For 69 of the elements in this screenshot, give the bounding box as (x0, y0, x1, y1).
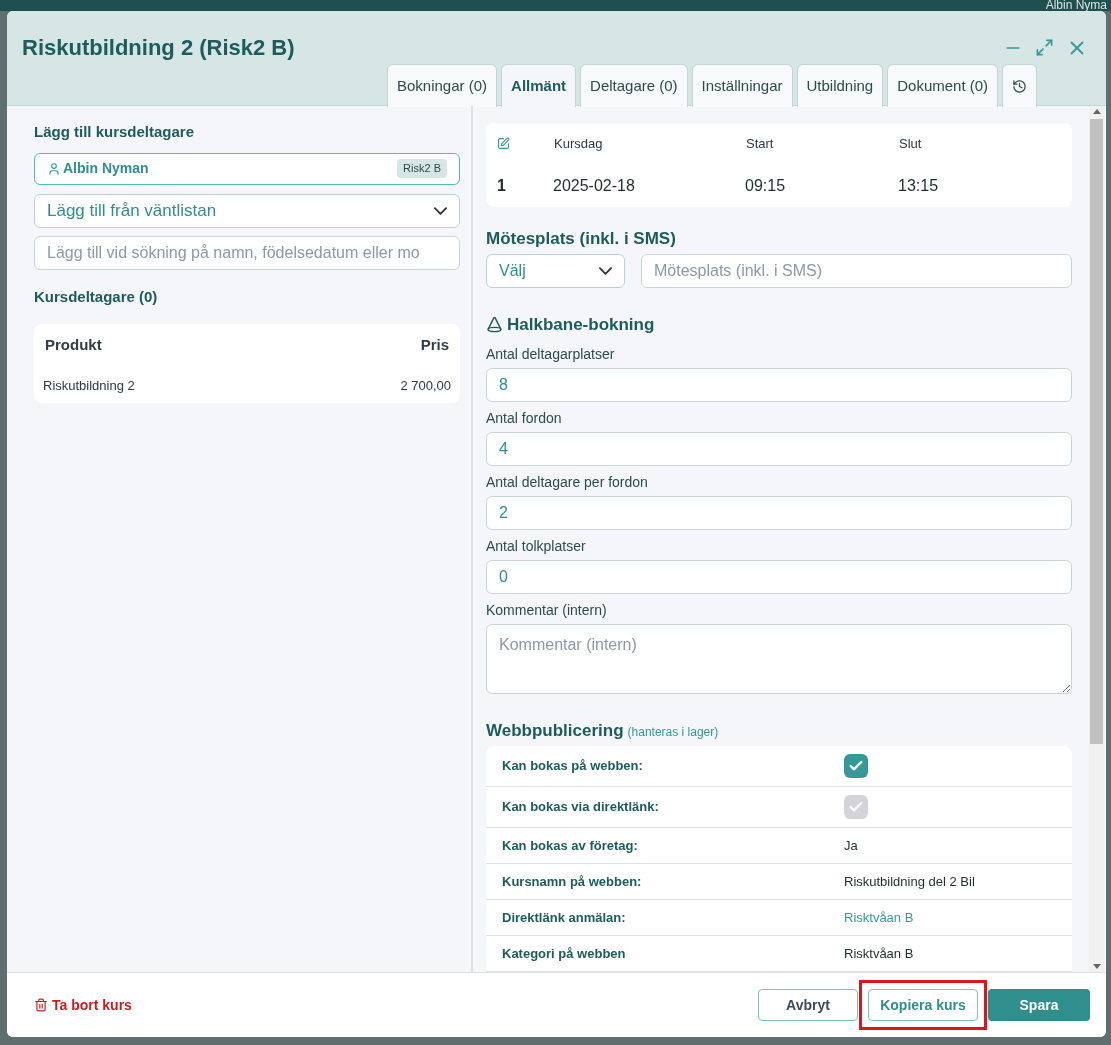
maximize-icon[interactable] (1035, 38, 1054, 57)
day-number: 1 (497, 175, 507, 196)
column-header: Kursdag (554, 135, 604, 153)
meeting-place-field[interactable]: Mötesplats (inkl. i SMS) (641, 254, 1072, 288)
number-field[interactable]: 0 (486, 559, 1072, 594)
tab[interactable]: Deltagare (0) (580, 64, 688, 107)
number-field[interactable]: 4 (486, 431, 1072, 466)
footer-button[interactable]: Spara (988, 989, 1090, 1021)
column-header: Pris (420, 335, 450, 355)
tab[interactable]: Bokningar (0) (387, 64, 498, 107)
person-name: Albin Nyman (63, 159, 149, 178)
window-title: Riskutbildning 2 (Risk2 B) (22, 34, 295, 62)
row-value: Riskutbildning del 2 Bil (844, 872, 975, 891)
section-heading: Kursdeltagare (0) (34, 286, 159, 307)
edit-icon[interactable] (497, 137, 510, 151)
selected-person-field[interactable]: Albin Nyman Risk2 B (34, 152, 460, 185)
scroll-up-icon[interactable] (1092, 109, 1101, 114)
search-field[interactable]: Lägg till vid sökning på namn, födelsedatum eller mo (34, 235, 460, 270)
delete-button[interactable]: Ta bort kurs (34, 994, 132, 1016)
cone-icon (486, 316, 503, 334)
chevron-down-icon (434, 206, 447, 215)
row-label: Kan bokas av företag: (502, 836, 639, 855)
table-cell-text: 09:15 (745, 175, 787, 196)
row-label: Direktlänk anmälan: (502, 908, 627, 927)
meeting-place-select[interactable]: Välj (486, 254, 625, 288)
number-field[interactable]: 2 (486, 495, 1072, 530)
waitlist-select[interactable]: Lägg till från väntlistan (34, 193, 460, 228)
section-heading: Lägg till kursdeltagare (34, 122, 196, 142)
row-value: Risktvåan B (844, 944, 914, 963)
column-header: Start (746, 135, 775, 153)
checkbox[interactable] (844, 754, 868, 778)
column-header: Produkt (44, 335, 102, 355)
section-heading: Mötesplats (inkl. i SMS) (486, 227, 677, 250)
footer-button[interactable]: Avbryt (758, 989, 858, 1021)
comment-field[interactable]: Kommentar (intern) (486, 623, 1072, 694)
tab[interactable]: Allmänt (501, 64, 577, 107)
scrollbar[interactable] (1089, 106, 1104, 972)
row-label: Kan bokas via direktlänk: (502, 798, 660, 817)
trash-icon (34, 998, 48, 1012)
section-heading: Halkbane-bokning (507, 314, 655, 336)
tab[interactable]: Inställningar (691, 64, 793, 107)
course-tag: Risk2 B (397, 159, 447, 178)
column-header: Slut (899, 135, 922, 153)
table-cell-text: 13:15 (898, 175, 939, 196)
heading-note: (hanteras i lager) (627, 723, 719, 741)
section-heading: Webbpublicering (486, 719, 624, 742)
row-label: Kan bokas på webben: (502, 757, 644, 776)
field-label: Antal deltagare per fordon (486, 472, 649, 492)
history-tab[interactable] (1002, 64, 1038, 107)
field-label: Antal fordon (486, 408, 563, 428)
user-name: Albin Nyma (1045, 0, 1107, 11)
table-cell-text: 2 700,00 (400, 376, 451, 395)
chevron-down-icon (599, 267, 612, 275)
field-label: Kommentar (intern) (486, 600, 608, 620)
row-value: Ja (844, 836, 858, 855)
footer-button[interactable]: Kopiera kurs (868, 989, 978, 1021)
number-field[interactable]: 8 (486, 367, 1072, 402)
row-label: Kategori på webben (502, 944, 627, 963)
field-label: Antal tolkplatser (486, 536, 587, 556)
scroll-down-icon[interactable] (1092, 964, 1101, 969)
table-cell-text: 2025-02-18 (553, 175, 636, 196)
tab[interactable]: Utbildning (796, 64, 884, 107)
table-cell-text: Riskutbildning 2 (43, 376, 135, 395)
person-icon (47, 161, 61, 176)
signup-link[interactable]: Risktvåan B (844, 907, 914, 928)
history-icon (1012, 78, 1028, 94)
tab[interactable]: Dokument (0) (887, 64, 999, 107)
row-label: Kursnamn på webben: (502, 872, 643, 891)
field-label: Antal deltagarplatser (486, 344, 616, 364)
